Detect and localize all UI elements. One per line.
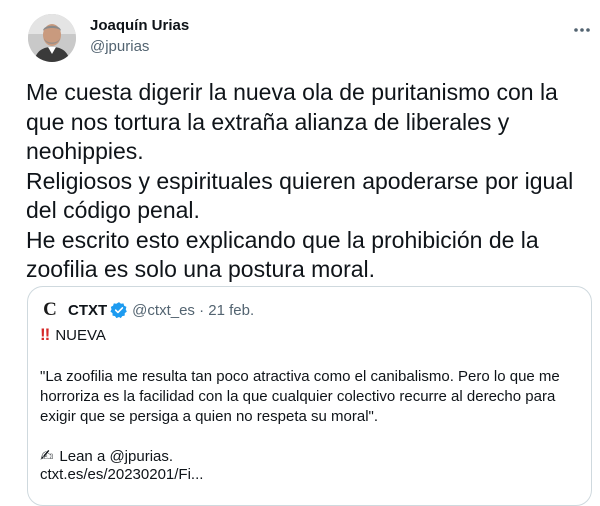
tweet-text-line: Me cuesta digerir la nueva ola de purita… bbox=[26, 79, 558, 105]
tweet-text-line: Religiosos y espirituales quieren apoder… bbox=[26, 167, 574, 194]
tweet-text-line: neohippies. bbox=[26, 138, 144, 164]
quoted-account-name: CTXT bbox=[68, 301, 108, 319]
more-horizontal-icon bbox=[574, 28, 590, 32]
quoted-badge-text: NUEVA bbox=[55, 326, 106, 344]
more-options-button[interactable] bbox=[568, 16, 596, 44]
tweet-text-line: del código penal. bbox=[26, 197, 200, 223]
quoted-body-line: "La zoofilia me resulta tan poco atracti… bbox=[40, 368, 560, 385]
verified-badge-icon bbox=[110, 301, 128, 319]
quoted-cta-text: Lean a @jpurias. bbox=[59, 447, 174, 465]
quoted-account-logo: C bbox=[43, 299, 57, 320]
writing-hand-icon: ✍ bbox=[40, 448, 54, 465]
avatar[interactable] bbox=[28, 14, 76, 62]
quoted-badge: !! NUEVA bbox=[40, 325, 106, 345]
tweet-text-line: zoofilia es solo una postura moral. bbox=[26, 256, 376, 282]
quoted-body: "La zoofilia me resulta tan poco atracti… bbox=[40, 367, 560, 427]
quoted-body-line: exigir que se persiga a quien no respeta… bbox=[40, 408, 379, 425]
quoted-cta: ✍ Lean a @jpurias. bbox=[40, 446, 173, 466]
quoted-body-line: horroriza es la facilidad con la que cua… bbox=[40, 388, 556, 405]
avatar-image bbox=[28, 14, 76, 62]
quoted-handle-date: @ctxt_es · 21 feb. bbox=[132, 301, 255, 319]
quoted-tweet-card[interactable]: C CTXT @ctxt_es · 21 feb. !! NUEVA "La z… bbox=[27, 286, 592, 506]
quoted-link[interactable]: ctxt.es/es/20230201/Fi... bbox=[40, 466, 203, 483]
double-exclamation-icon: !! bbox=[40, 325, 50, 344]
tweet: Joaquín Urias @jpurias Me cuesta digerir… bbox=[0, 0, 600, 506]
quoted-tweet-header: C CTXT @ctxt_es · 21 feb. bbox=[40, 299, 254, 321]
tweet-text-line: que nos tortura la extraña alianza de li… bbox=[26, 108, 510, 135]
tweet-text-line: He escrito esto explicando que la prohib… bbox=[26, 226, 539, 253]
author-handle[interactable]: @jpurias bbox=[90, 38, 149, 55]
author-name[interactable]: Joaquín Urias bbox=[90, 17, 189, 34]
tweet-text: Me cuesta digerir la nueva ola de purita… bbox=[26, 78, 586, 285]
